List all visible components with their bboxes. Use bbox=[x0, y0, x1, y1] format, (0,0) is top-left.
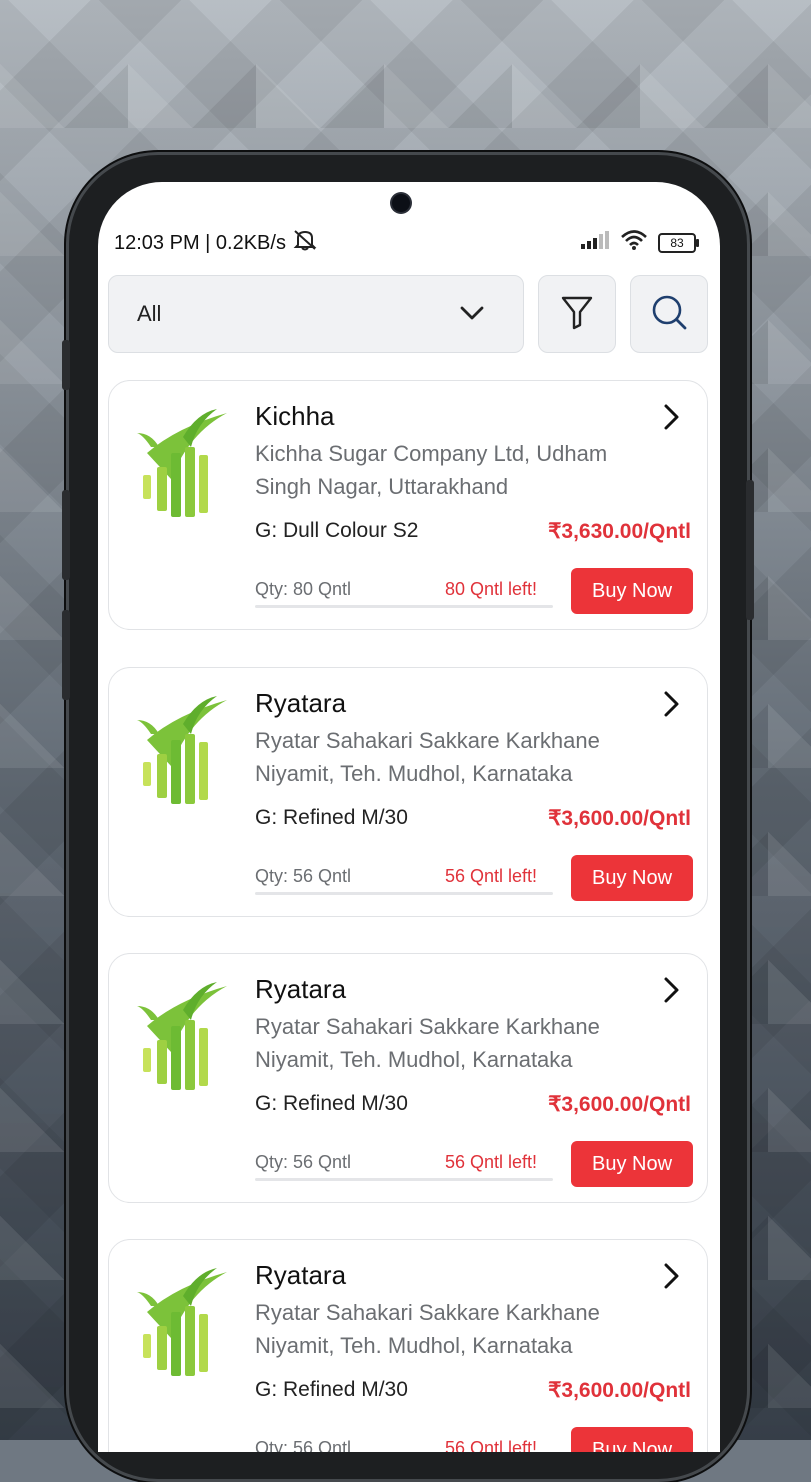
price-label: ₹3,600.00/Qntl bbox=[548, 1093, 691, 1116]
quantity-progress-bar bbox=[255, 605, 553, 608]
sugarcane-logo-icon bbox=[137, 407, 227, 517]
mill-name: Ryatara bbox=[255, 1260, 347, 1290]
dropdown-value: All bbox=[137, 301, 162, 326]
price-label: ₹3,600.00/Qntl bbox=[548, 1379, 691, 1402]
chevron-right-icon[interactable] bbox=[661, 403, 681, 436]
phone-side-button bbox=[62, 340, 70, 390]
buy-now-button[interactable]: Buy Now bbox=[571, 1141, 693, 1187]
filter-icon bbox=[560, 294, 594, 335]
quantity-label: Qty: 56 Qntl bbox=[255, 866, 352, 886]
listing-card[interactable]: Ryatara Ryatar Sahakari Sakkare Karkhane… bbox=[108, 1239, 708, 1452]
grade-label: G: Refined M/30 bbox=[255, 806, 408, 829]
chevron-right-icon[interactable] bbox=[661, 976, 681, 1009]
filter-toolbar: All bbox=[108, 275, 710, 355]
buy-now-button[interactable]: Buy Now bbox=[571, 568, 693, 614]
quantity-label: Qty: 56 Qntl bbox=[255, 1152, 352, 1172]
grade-label: G: Refined M/30 bbox=[255, 1378, 408, 1401]
mill-address: Ryatar Sahakari Sakkare Karkhane Niyamit… bbox=[255, 1300, 600, 1358]
status-time: 12:03 PM | 0.2KB/s bbox=[114, 231, 286, 254]
grade-label: G: Refined M/30 bbox=[255, 1092, 408, 1115]
remaining-label: 56 Qntl left! bbox=[445, 866, 538, 886]
phone-side-button bbox=[62, 610, 70, 700]
remaining-label: 56 Qntl left! bbox=[445, 1152, 538, 1172]
filter-button[interactable] bbox=[538, 275, 616, 353]
app-screen: 12:03 PM | 0.2KB/s 83 All Kichha Kichha … bbox=[98, 182, 720, 1452]
quantity-label: Qty: 80 Qntl bbox=[255, 579, 352, 599]
chevron-down-icon bbox=[459, 302, 485, 328]
price-label: ₹3,600.00/Qntl bbox=[548, 807, 691, 830]
listing-card[interactable]: Kichha Kichha Sugar Company Ltd, Udham S… bbox=[108, 380, 708, 630]
listing-card[interactable]: Ryatara Ryatar Sahakari Sakkare Karkhane… bbox=[108, 667, 708, 917]
mill-address: Ryatar Sahakari Sakkare Karkhane Niyamit… bbox=[255, 1014, 600, 1072]
sugarcane-logo-icon bbox=[137, 694, 227, 804]
sugarcane-logo-icon bbox=[137, 980, 227, 1090]
wifi-icon bbox=[620, 229, 648, 257]
front-camera bbox=[392, 194, 410, 212]
mill-name: Ryatara bbox=[255, 974, 347, 1004]
mill-name: Kichha bbox=[255, 401, 335, 431]
mute-icon bbox=[292, 228, 318, 258]
phone-side-button bbox=[62, 490, 70, 580]
mill-name: Ryatara bbox=[255, 688, 347, 718]
phone-side-button bbox=[746, 480, 754, 620]
chevron-right-icon[interactable] bbox=[661, 690, 681, 723]
remaining-label: 80 Qntl left! bbox=[445, 579, 538, 599]
status-right: 83 bbox=[580, 229, 699, 257]
sugarcane-logo-icon bbox=[137, 1266, 227, 1376]
grade-label: G: Dull Colour S2 bbox=[255, 519, 419, 542]
status-bar: 12:03 PM | 0.2KB/s 83 bbox=[114, 228, 699, 258]
quantity-progress-bar bbox=[255, 1178, 553, 1181]
quantity-label: Qty: 56 Qntl bbox=[255, 1438, 352, 1452]
battery-icon: 83 bbox=[658, 233, 699, 253]
search-button[interactable] bbox=[630, 275, 708, 353]
quantity-progress-bar bbox=[255, 892, 553, 895]
signal-icon bbox=[580, 230, 610, 256]
mill-address: Ryatar Sahakari Sakkare Karkhane Niyamit… bbox=[255, 728, 600, 786]
search-icon bbox=[650, 293, 688, 336]
buy-now-button[interactable]: Buy Now bbox=[571, 855, 693, 901]
mill-address: Kichha Sugar Company Ltd, Udham Singh Na… bbox=[255, 441, 608, 499]
listing-card[interactable]: Ryatara Ryatar Sahakari Sakkare Karkhane… bbox=[108, 953, 708, 1203]
category-dropdown[interactable]: All bbox=[108, 275, 524, 353]
chevron-right-icon[interactable] bbox=[661, 1262, 681, 1295]
price-label: ₹3,630.00/Qntl bbox=[548, 520, 691, 543]
remaining-label: 56 Qntl left! bbox=[445, 1438, 538, 1452]
